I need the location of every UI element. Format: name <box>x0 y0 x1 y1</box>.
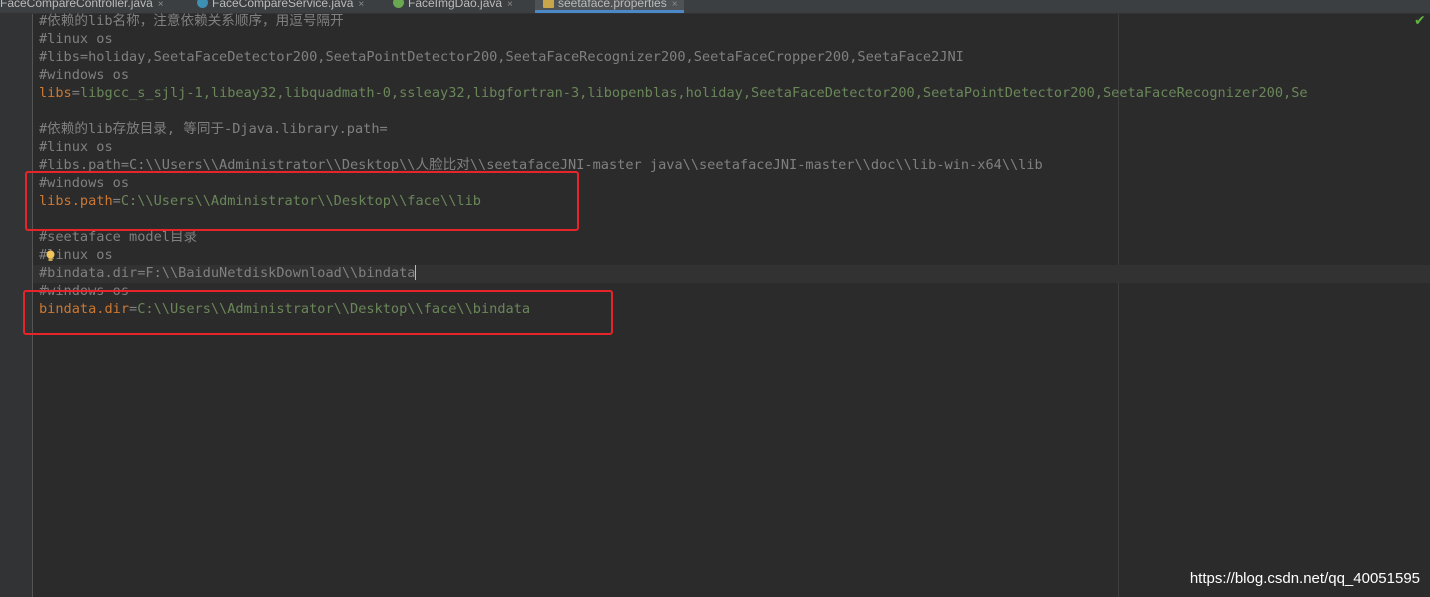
code-line-8[interactable]: #linux os <box>39 138 1430 156</box>
property-value: libgcc_s_sjlj-1,libeay32,libquadmath-0,s… <box>79 85 1308 101</box>
property-key: libs <box>39 85 72 101</box>
highlight-box-libs-path <box>25 171 579 231</box>
code-line-1[interactable]: #依赖的lib名称，注意依赖关系顺序，用逗号隔开 <box>39 12 1430 30</box>
code-line-15-text: #bindata.dir=F:\\BaiduNetdiskDownload\\b… <box>39 265 416 281</box>
highlight-box-bindata-dir <box>23 290 613 335</box>
properties-file-icon <box>543 0 554 8</box>
tab-label: FaceCompareController.java <box>0 0 153 10</box>
code-line-5[interactable]: libs=libgcc_s_sjlj-1,libeay32,libquadmat… <box>39 84 1430 102</box>
lightbulb-icon[interactable] <box>45 250 56 262</box>
watermark-text: https://blog.csdn.net/qq_40051595 <box>1189 570 1420 587</box>
text-caret <box>415 265 417 280</box>
close-icon[interactable]: × <box>507 0 513 10</box>
code-line-4[interactable]: #windows os <box>39 66 1430 84</box>
java-class-icon <box>197 0 208 8</box>
close-icon[interactable]: × <box>358 0 364 10</box>
tab-label: seetaface.properties <box>558 0 667 10</box>
code-line-6[interactable] <box>39 102 1430 120</box>
code-line-14[interactable]: #linux os <box>39 246 1430 264</box>
code-line-3[interactable]: #libs=holiday,SeetaFaceDetector200,Seeta… <box>39 48 1430 66</box>
code-line-7[interactable]: #依赖的lib存放目录, 等同于-Djava.library.path= <box>39 120 1430 138</box>
close-icon[interactable]: × <box>158 0 164 10</box>
java-interface-icon <box>393 0 404 8</box>
tab-label: FaceImgDao.java <box>408 0 503 10</box>
tab-label: FaceCompareService.java <box>212 0 354 10</box>
inspection-ok-icon[interactable]: ✔ <box>1414 13 1426 29</box>
code-line-15[interactable]: #bindata.dir=F:\\BaiduNetdiskDownload\\b… <box>39 264 1430 282</box>
code-line-2[interactable]: #linux os <box>39 30 1430 48</box>
close-icon[interactable]: × <box>672 0 678 10</box>
property-separator: = <box>71 85 80 101</box>
